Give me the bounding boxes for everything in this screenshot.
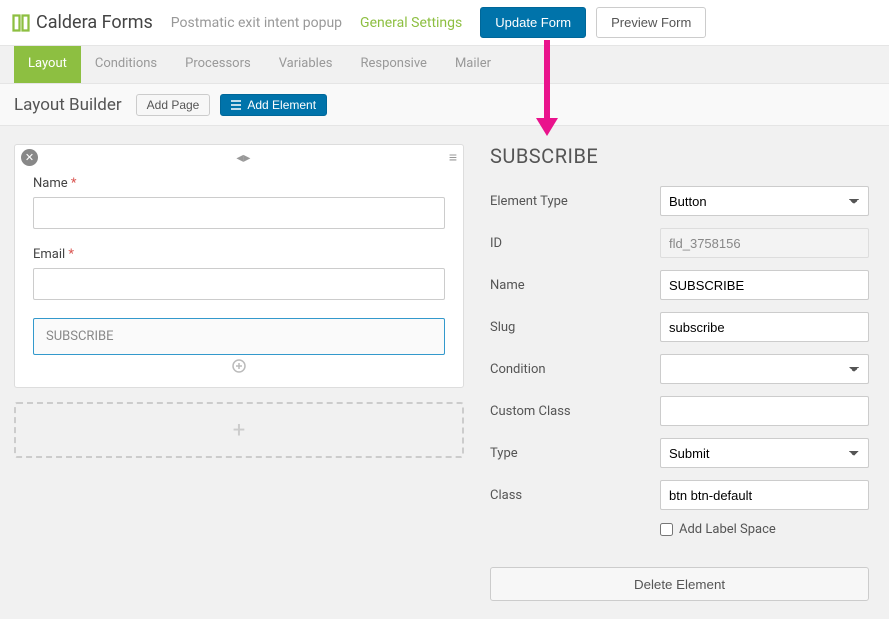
tab-mailer[interactable]: Mailer (441, 46, 505, 83)
type-select[interactable]: Submit (660, 438, 869, 468)
name-property-input[interactable] (660, 270, 869, 300)
name-input[interactable] (33, 197, 445, 229)
slug-input[interactable] (660, 312, 869, 342)
custom-class-input[interactable] (660, 396, 869, 426)
add-label-space-label: Add Label Space (679, 522, 776, 537)
tab-layout[interactable]: Layout (14, 46, 81, 83)
prop-type: Type Submit (490, 438, 869, 468)
menu-icon (231, 100, 241, 110)
add-element-button[interactable]: Add Element (220, 94, 327, 116)
add-label-space-checkbox[interactable] (660, 523, 673, 536)
prop-slug: Slug (490, 312, 869, 342)
form-canvas-block[interactable]: ✕ ◂▸ ≡ Name * Email * SUBSCRIBE (14, 144, 464, 388)
preview-form-button[interactable]: Preview Form (596, 7, 706, 38)
prop-condition: Condition (490, 354, 869, 384)
add-element-label: Add Element (247, 98, 316, 112)
prop-element-type: Element Type Button (490, 186, 869, 216)
properties-panel: SUBSCRIBE Element Type Button ID Name Sl… (490, 144, 875, 601)
class-input[interactable] (660, 480, 869, 510)
dropzone[interactable]: + (14, 402, 464, 458)
tab-conditions[interactable]: Conditions (81, 46, 171, 83)
block-handles: ✕ ◂▸ ≡ (21, 149, 457, 166)
canvas-field-subscribe[interactable]: SUBSCRIBE (33, 318, 445, 355)
email-input[interactable] (33, 268, 445, 300)
layout-builder-title: Layout Builder (14, 95, 122, 115)
panel-title: SUBSCRIBE (490, 144, 869, 168)
tab-responsive[interactable]: Responsive (346, 46, 441, 83)
plus-icon (232, 359, 246, 373)
canvas-field-email[interactable]: Email * (33, 247, 445, 300)
required-marker: * (71, 176, 77, 191)
layout-toolbar: Layout Builder Add Page Add Element (0, 84, 889, 126)
required-marker: * (68, 247, 74, 262)
prop-class: Class (490, 480, 869, 510)
main-tabs: Layout Conditions Processors Variables R… (0, 46, 889, 84)
prop-add-label-space: Add Label Space (490, 522, 869, 537)
tab-processors[interactable]: Processors (171, 46, 265, 83)
brand-logo: Caldera Forms (12, 12, 153, 33)
prop-id: ID (490, 228, 869, 258)
caldera-logo-icon (12, 14, 30, 32)
top-bar: Caldera Forms Postmatic exit intent popu… (0, 0, 889, 46)
add-page-button[interactable]: Add Page (136, 94, 211, 116)
add-row-below[interactable] (33, 359, 445, 373)
prop-name: Name (490, 270, 869, 300)
field-label: Name * (33, 176, 445, 191)
prop-custom-class: Custom Class (490, 396, 869, 426)
delete-element-button[interactable]: Delete Element (490, 567, 869, 601)
tab-variables[interactable]: Variables (265, 46, 347, 83)
main-area: ✕ ◂▸ ≡ Name * Email * SUBSCRIBE + SUBSCR… (0, 126, 889, 619)
breadcrumb-form-name[interactable]: Postmatic exit intent popup (171, 15, 342, 31)
update-form-button[interactable]: Update Form (480, 7, 586, 38)
resize-handle-icon[interactable]: ◂▸ (236, 150, 250, 166)
condition-select[interactable] (660, 354, 869, 384)
id-input (660, 228, 869, 258)
menu-handle-icon[interactable]: ≡ (449, 149, 457, 166)
plus-icon: + (233, 418, 245, 443)
brand-name: Caldera Forms (36, 12, 153, 33)
canvas-field-name[interactable]: Name * (33, 176, 445, 229)
close-icon[interactable]: ✕ (21, 149, 38, 166)
general-settings-link[interactable]: General Settings (360, 15, 462, 31)
element-type-select[interactable]: Button (660, 186, 869, 216)
canvas-column: ✕ ◂▸ ≡ Name * Email * SUBSCRIBE + (14, 144, 464, 601)
field-label: Email * (33, 247, 445, 262)
